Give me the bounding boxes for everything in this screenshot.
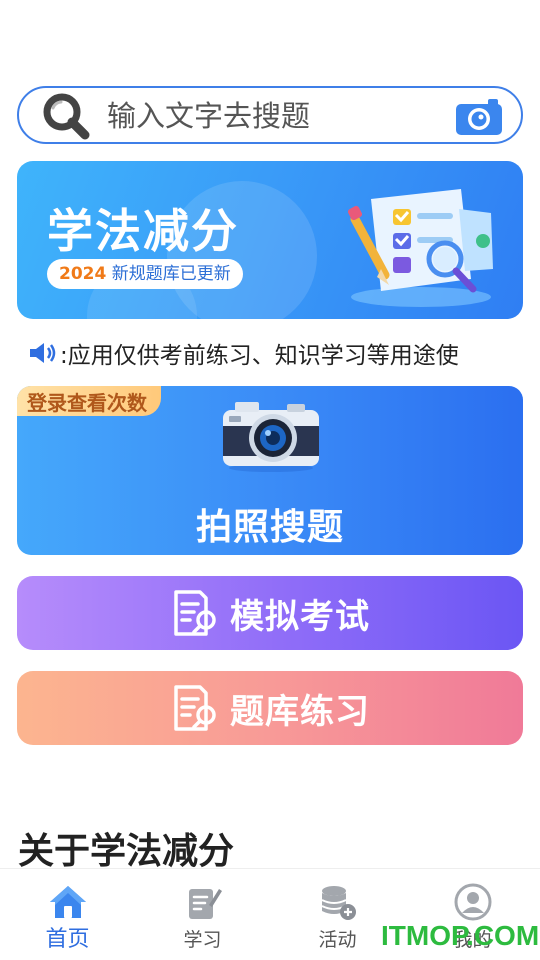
home-icon: [50, 886, 86, 918]
banner-year: 2024: [59, 264, 107, 284]
promo-banner[interactable]: 学法减分 2024 新规题库已更新: [17, 161, 523, 319]
document-checklist-illustration: [347, 189, 493, 307]
question-bank-button[interactable]: 题库练习: [17, 671, 523, 745]
banner-subtitle-text: 新规题库已更新: [106, 264, 231, 284]
tab-study[interactable]: 学习: [135, 869, 270, 960]
photo-search-label: 拍照搜题: [195, 507, 344, 548]
study-icon: [189, 889, 222, 919]
profile-icon: [454, 883, 492, 921]
login-count-badge[interactable]: 登录查看次数: [17, 386, 161, 416]
notice-marquee: :应用仅供考前练习、知识学习等用途使: [28, 336, 518, 370]
speaker-icon: [30, 343, 56, 363]
banner-subtitle-pill: 2024 新规题库已更新: [47, 259, 243, 289]
search-input[interactable]: [107, 96, 447, 136]
tab-home-label: 首页: [45, 927, 90, 952]
search-bar[interactable]: [17, 86, 523, 144]
notice-text: :应用仅供考前练习、知识学习等用途使: [60, 343, 459, 369]
banner-title: 学法减分: [47, 204, 239, 258]
mock-exam-label: 模拟考试: [230, 596, 370, 637]
tab-home[interactable]: 首页: [0, 869, 135, 960]
activity-icon: [321, 886, 356, 920]
camera-illustration-icon: [223, 402, 319, 472]
practice-document-icon: [174, 685, 216, 731]
camera-icon[interactable]: [455, 98, 503, 136]
site-watermark: ITMOP.COM: [381, 920, 540, 951]
about-heading: 关于学法减分: [18, 831, 235, 872]
mock-exam-button[interactable]: 模拟考试: [17, 576, 523, 650]
tab-study-label: 学习: [183, 929, 222, 951]
exam-document-icon: [174, 590, 216, 636]
search-icon: [43, 93, 90, 140]
question-bank-label: 题库练习: [230, 691, 370, 732]
photo-search-card[interactable]: 登录查看次数 拍照搜题: [17, 386, 523, 555]
